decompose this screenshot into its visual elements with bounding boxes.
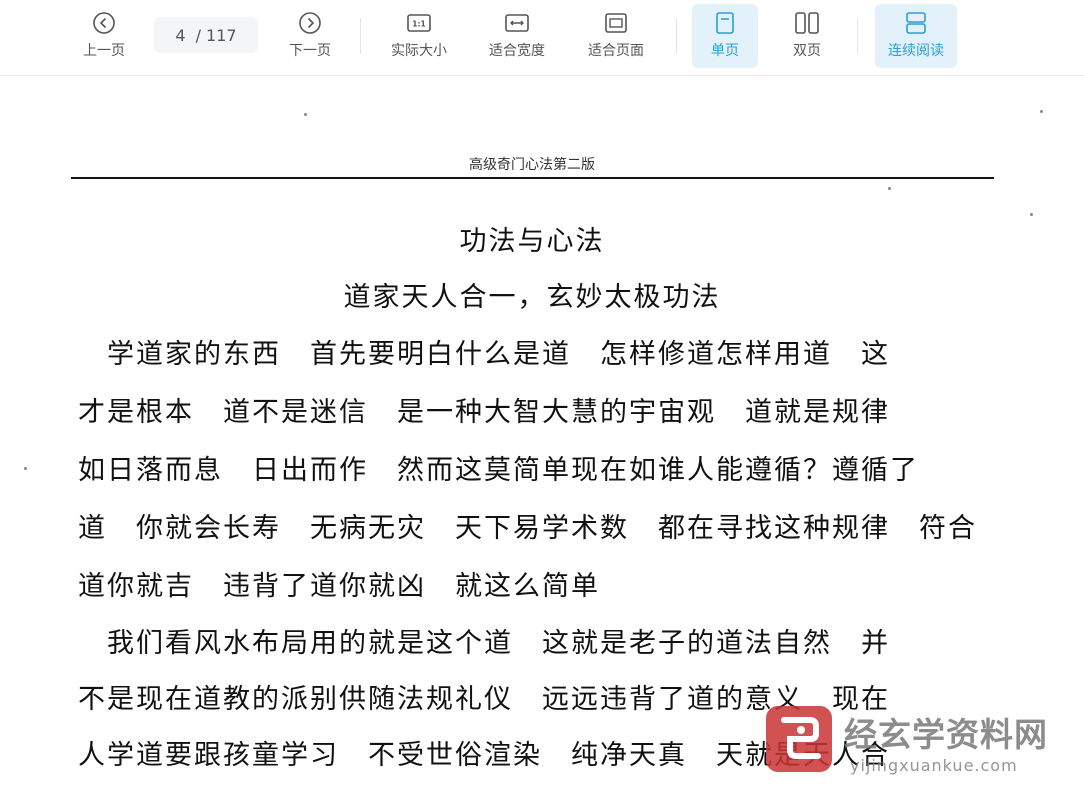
scan-speck [1040, 110, 1043, 113]
fit-page-icon [603, 10, 629, 36]
svg-text:1:1: 1:1 [412, 20, 425, 29]
section-subtitle: 道家天人合一，玄妙太极功法 [343, 282, 721, 313]
scan-speck [888, 187, 891, 190]
text-line: 道 你就会长寿 无病无灾 天下易学术数 都在寻找这种规律 符合 [78, 513, 977, 544]
actual-size-button[interactable]: 1:1 实际大小 [382, 4, 456, 68]
watermark: 经玄学资料网 yijingxuankue.com [766, 706, 1066, 788]
actual-size-label: 实际大小 [391, 43, 447, 59]
single-page-button[interactable]: 单页 [692, 4, 758, 68]
scan-speck [304, 113, 307, 116]
double-page-label: 双页 [793, 43, 821, 59]
watermark-logo-icon [766, 706, 832, 772]
prev-page-label: 上一页 [83, 43, 125, 59]
text-line: 如日落而息 日出而作 然而这莫简单现在如谁人能遵循？遵循了 [78, 455, 919, 486]
scan-speck [1030, 213, 1033, 216]
fit-page-button[interactable]: 适合页面 [579, 4, 653, 68]
running-header: 高级奇门心法第二版 [469, 157, 595, 173]
current-page: 4 [175, 25, 186, 45]
double-page-button[interactable]: 双页 [774, 4, 840, 68]
toolbar-divider [857, 18, 858, 54]
fit-width-icon [504, 10, 530, 36]
text-line: 学道家的东西 首先要明白什么是道 怎样修道怎样用道 这 [78, 339, 890, 370]
next-page-label: 下一页 [289, 43, 331, 59]
toolbar-divider [360, 18, 361, 54]
continuous-reading-icon [903, 10, 929, 36]
actual-size-icon: 1:1 [406, 10, 432, 36]
watermark-site-url: yijingxuankue.com [850, 756, 1018, 775]
fit-width-button[interactable]: 适合宽度 [480, 4, 554, 68]
fit-width-label: 适合宽度 [489, 43, 545, 59]
header-rule [71, 177, 994, 179]
viewer-toolbar: 上一页 4 / 117 下一页 1:1 实际大小 适合宽度 适合页面 单页 双页… [0, 0, 1084, 76]
section-title: 功法与心法 [459, 226, 605, 257]
scan-speck [24, 467, 27, 470]
total-pages: / 117 [195, 25, 237, 45]
toolbar-divider [676, 18, 677, 54]
single-page-icon [712, 10, 738, 36]
chevron-left-circle-icon [91, 10, 117, 36]
continuous-reading-button[interactable]: 连续阅读 [875, 4, 957, 68]
text-line: 才是根本 道不是迷信 是一种大智大慧的宇宙观 道就是规律 [78, 397, 890, 428]
page-number-input[interactable]: 4 / 117 [154, 17, 258, 53]
watermark-site-name: 经玄学资料网 [844, 715, 1048, 754]
text-line: 我们看风水布局用的就是这个道 这就是老子的道法自然 并 [78, 628, 890, 659]
prev-page-button[interactable]: 上一页 [74, 4, 134, 68]
continuous-reading-label: 连续阅读 [888, 43, 944, 59]
chevron-right-circle-icon [297, 10, 323, 36]
fit-page-label: 适合页面 [588, 43, 644, 59]
next-page-button[interactable]: 下一页 [280, 4, 340, 68]
single-page-label: 单页 [711, 43, 739, 59]
text-line: 道你就吉 违背了道你就凶 就这么简单 [78, 571, 600, 602]
document-page[interactable]: 高级奇门心法第二版 功法与心法 道家天人合一，玄妙太极功法 学道家的东西 首先要… [0, 77, 1084, 801]
double-page-icon [794, 10, 820, 36]
